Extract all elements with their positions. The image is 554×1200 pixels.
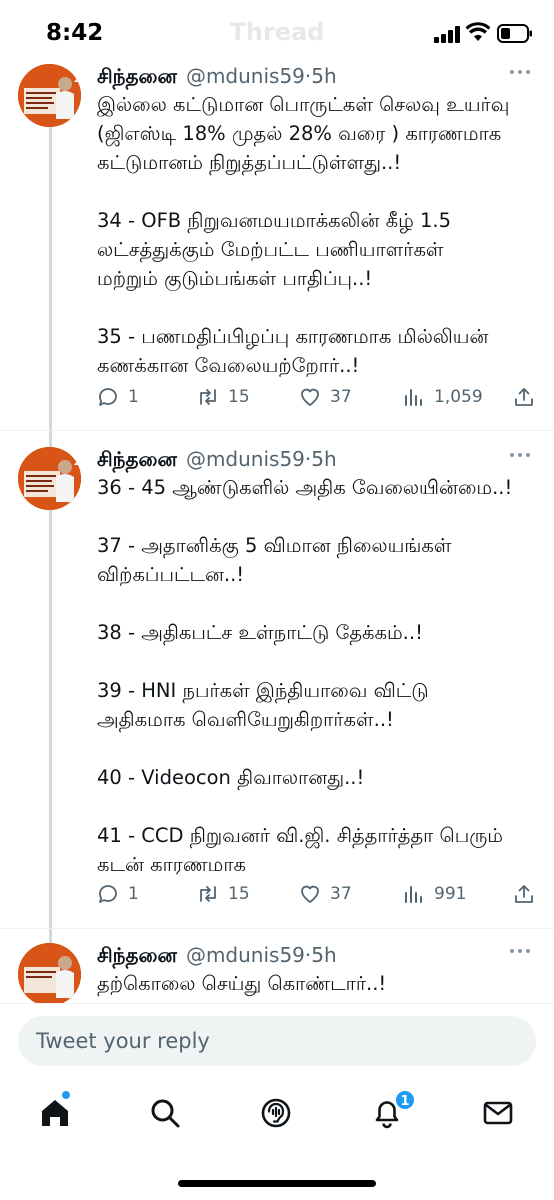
retweet-icon [200,886,216,902]
more-options-icon[interactable] [510,949,530,954]
bottom-tab-bar: 1 [0,1082,554,1152]
home-icon [42,1100,68,1126]
reply-button[interactable]: 1 [96,385,139,409]
tweet-line: விற்கப்பட்டன..! [97,563,245,586]
reply-icon [99,885,117,903]
tweet-line: (ஜிஎஸ்டி 18% முதல் 28% வரை ) காரணமாக [97,122,502,145]
retweet-count: 15 [228,387,250,407]
like-count: 37 [330,387,352,407]
tweet-line: கணக்கான வேலையற்றோர்..! [97,354,360,377]
tweet-line: மற்றும் குடும்பங்கள் பாதிப்பு..! [97,267,373,290]
heart-icon [301,388,319,406]
tweet-line: 40 - Videocon திவாலானது..! [97,766,365,789]
tweet-line: கடன் காரணமாக [97,853,247,876]
reply-icon [99,388,117,406]
tweet-header: சிந்தனை @mdunis59·5h [97,447,337,475]
tweet-actions: 1 15 37 1,059 [96,385,536,409]
tweet-actions: 1 15 37 991 [96,882,536,906]
more-options-icon[interactable] [510,70,530,75]
spaces-icon [261,1098,291,1128]
share-button[interactable] [512,385,536,409]
share-button[interactable] [512,882,536,906]
notifications-badge: 1 [394,1089,416,1111]
like-button[interactable]: 37 [298,385,352,409]
retweet-button[interactable]: 15 [196,385,250,409]
tweet-time: 5h [311,943,337,967]
search-icon [151,1099,180,1128]
author-name[interactable]: சிந்தனை [97,943,177,967]
tweet-line: லட்சத்துக்கும் மேற்பட்ட பணியாளர்கள் [97,238,444,261]
tweet-line: கட்டுமானம் நிறுத்தப்பட்டுள்ளது..! [97,151,402,174]
reply-button[interactable]: 1 [96,882,139,906]
view-count: 1,059 [434,387,483,407]
tweet-line: இல்லை கட்டுமான பொருட்கள் செலவு உயர்வு [97,93,510,116]
tweet-divider [0,430,554,431]
tweet-header: சிந்தனை @mdunis59·5h [97,64,337,92]
tweet-text: 36 - 45 ஆண்டுகளில் அதிக வேலையின்மை..! 37… [97,473,537,879]
tweet-time: 5h [311,64,337,88]
tab-spaces[interactable] [259,1096,293,1130]
tweet-line: 36 - 45 ஆண்டுகளில் அதிக வேலையின்மை..! [97,476,513,499]
tweet-line: 38 - அதிகபட்ச உள்நாட்டு தேக்கம்..! [97,621,423,644]
cellular-signal-icon [434,26,460,43]
tweet-text: இல்லை கட்டுமான பொருட்கள் செலவு உயர்வு (ஜ… [97,90,537,380]
tweet-line: 34 - OFB நிறுவனமயமாக்கலின் கீழ் 1.5 [97,209,451,232]
avatar[interactable] [18,447,81,510]
battery-icon [497,24,532,43]
tweet-time: 5h [311,447,337,471]
author-handle[interactable]: @mdunis59 [186,447,305,471]
home-indicator [178,1180,376,1187]
author-name[interactable]: சிந்தனை [97,447,177,471]
tweet-line: 39 - HNI நபர்கள் இந்தியாவை விட்டு [97,679,429,702]
heart-icon [301,885,319,903]
more-options-icon[interactable] [510,453,530,458]
analytics-icon [405,886,422,903]
like-button[interactable]: 37 [298,882,352,906]
analytics-icon [405,389,422,406]
tweet-divider [0,928,554,929]
status-bar: 8:42 Thread [0,0,554,64]
reply-count: 1 [128,387,139,407]
wifi-icon [466,22,490,41]
reply-divider [0,1003,554,1004]
reply-input[interactable] [18,1016,536,1066]
tweet-line: 41 - CCD நிறுவனர் வி.ஜி. சித்தார்த்தா பெ… [97,824,503,847]
thread-connector-line [49,126,52,950]
tab-messages[interactable] [481,1096,515,1130]
tweet-line: 37 - அதானிக்கு 5 விமான நிலையங்கள் [97,534,452,557]
tweet-header: சிந்தனை @mdunis59·5h [97,943,337,971]
author-name[interactable]: சிந்தனை [97,64,177,88]
tweet-text: தற்கொலை செய்து கொண்டார்..! [97,969,537,998]
share-icon [515,885,533,903]
like-count: 37 [330,884,352,904]
tab-home[interactable] [38,1096,72,1130]
avatar[interactable] [18,943,81,1003]
tweet-line: 35 - பணமதிப்பிழப்பு காரணமாக மில்லியன் [97,325,489,348]
view-count: 991 [434,884,467,904]
retweet-button[interactable]: 15 [196,882,250,906]
tweet-3[interactable]: சிந்தனை @mdunis59·5h தற்கொலை செய்து கொண்… [0,943,554,1003]
author-handle[interactable]: @mdunis59 [186,943,305,967]
tweet-line: அதிகமாக வெளியேறுகிறார்கள்..! [97,708,394,731]
retweet-count: 15 [228,884,250,904]
views-button[interactable]: 1,059 [402,385,483,409]
tweet-line: தற்கொலை செய்து கொண்டார்..! [97,972,387,995]
views-button[interactable]: 991 [402,882,466,906]
envelope-icon [483,1101,513,1125]
avatar[interactable] [18,64,81,127]
author-handle[interactable]: @mdunis59 [186,64,305,88]
retweet-icon [200,389,216,405]
home-notification-dot [61,1090,71,1100]
reply-count: 1 [128,884,139,904]
tab-search[interactable] [148,1096,182,1130]
share-icon [515,388,533,406]
